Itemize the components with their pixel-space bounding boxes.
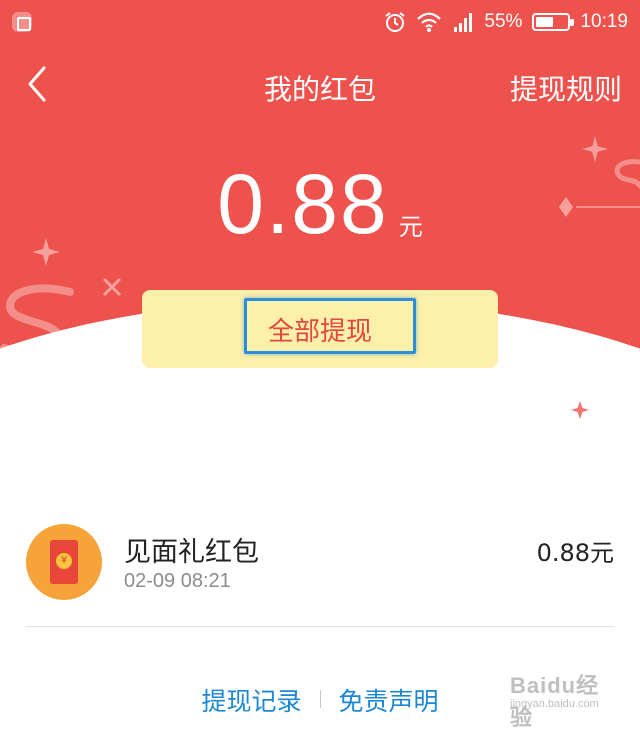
swirl-decoration-left [0, 284, 74, 357]
wifi-icon [416, 11, 442, 33]
signal-icon [452, 11, 474, 33]
status-bar: 55% 10:19 [0, 0, 640, 44]
withdraw-records-link[interactable]: 提现记录 [201, 687, 301, 716]
watermark-url: jingyan.baidu.com [510, 698, 599, 710]
record-title: 见面礼红包 [124, 537, 259, 568]
record-time: 02-09 08:21 [124, 570, 231, 592]
baidu-watermark: Baidu经验 jingyan.baidu.com [510, 662, 610, 729]
status-icons: 55% 10:19 [384, 9, 628, 35]
withdraw-rules-link[interactable]: 提现规则 [510, 68, 622, 108]
withdraw-all-button[interactable]: 全部提现 [142, 290, 498, 368]
expiry-notice-line2: 逾期红包账户金额自动作废 [194, 422, 446, 446]
expiry-notice-line1: 请于2018年2月28日24:00前提现 [158, 395, 482, 419]
list-item[interactable]: ¥ 见面礼红包 02-09 08:21 0.88元 [0, 516, 640, 626]
clock: 10:19 [580, 11, 628, 32]
gallery-icon [12, 12, 32, 32]
expiry-notice: 请于2018年2月28日24:00前提现 逾期红包账户金额自动作废 [0, 394, 640, 448]
balance-amount: 0.88 [217, 157, 389, 251]
battery-icon [532, 13, 575, 31]
battery-level [536, 17, 554, 27]
battery-percent: 55% [484, 11, 523, 32]
withdraw-all-label: 全部提现 [267, 317, 372, 347]
nav-bar: 我的红包 提现规则 [0, 56, 640, 112]
cross-decoration-left [102, 277, 122, 297]
list-divider [26, 626, 614, 627]
disclaimer-link[interactable]: 免责声明 [339, 687, 439, 716]
red-packet-body: ¥ [50, 540, 78, 584]
footer-separator [319, 690, 321, 708]
record-amount: 0.88元 [536, 539, 614, 567]
balance-display: 0.88 元 [0, 156, 640, 253]
red-packet-icon: ¥ [26, 524, 102, 600]
yen-coin-icon: ¥ [56, 553, 72, 569]
alarm-icon [384, 11, 406, 33]
balance-unit: 元 [398, 213, 423, 241]
